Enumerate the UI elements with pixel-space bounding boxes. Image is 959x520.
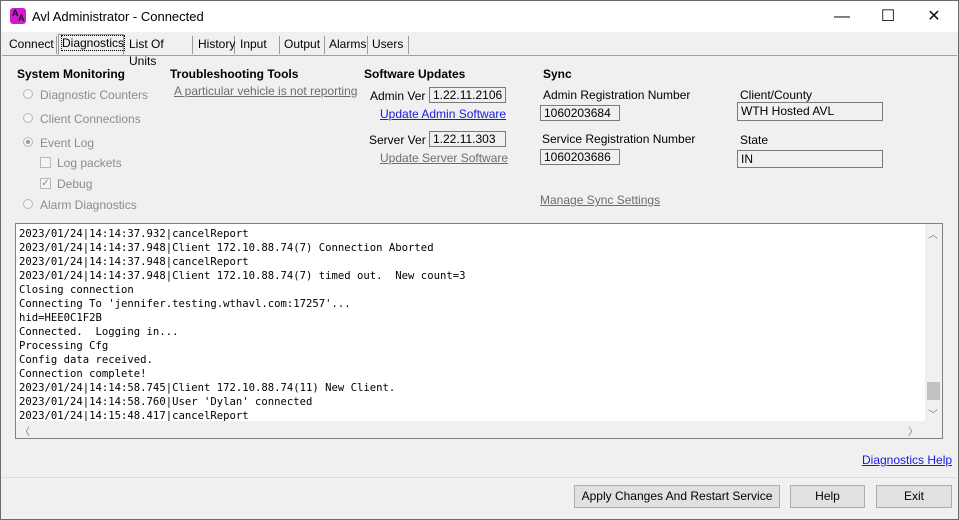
footer-divider	[2, 477, 957, 478]
system-monitoring-heading: System Monitoring	[17, 67, 126, 81]
log-packets-label: Log packets	[57, 156, 122, 170]
vehicle-not-reporting-link[interactable]: A particular vehicle is not reporting	[174, 84, 357, 98]
log-line: 2023/01/24|14:14:37.948|cancelReport	[19, 256, 249, 268]
client-county-field: WTH Hosted AVL	[737, 102, 883, 121]
admin-registration-label: Admin Registration Number	[543, 88, 691, 102]
app-icon-glyph: A	[18, 13, 25, 23]
log-line: 2023/01/24|14:14:37.948|Client 172.10.88…	[19, 242, 434, 254]
tab-list-of-units[interactable]: List Of Units	[126, 36, 193, 68]
service-registration-field: 1060203686	[540, 149, 620, 165]
tab-users[interactable]: Users	[369, 36, 409, 54]
maximize-icon[interactable]: ☐	[865, 1, 911, 32]
scroll-corner	[925, 421, 942, 438]
client-connections-label: Client Connections	[40, 112, 141, 126]
state-field: IN	[737, 150, 883, 168]
window-title: Avl Administrator - Connected	[32, 9, 204, 24]
debug-label: Debug	[57, 177, 93, 191]
tab-label: Diagnostics	[60, 35, 126, 51]
apply-restart-button[interactable]: Apply Changes And Restart Service	[574, 485, 780, 508]
tab-label: List Of Units	[129, 37, 164, 68]
log-line: 2023/01/24|14:14:58.760|User 'Dylan' con…	[19, 396, 313, 408]
log-line: Connected. Logging in...	[19, 326, 179, 338]
horizontal-scrollbar[interactable]: 〈 〉	[16, 421, 925, 438]
update-server-software-link[interactable]: Update Server Software	[380, 151, 508, 165]
sync-heading: Sync	[543, 67, 572, 81]
diagnostics-help-link[interactable]: Diagnostics Help	[862, 453, 952, 467]
help-button[interactable]: Help	[790, 485, 865, 508]
tab-input[interactable]: Input	[237, 36, 280, 54]
close-icon[interactable]: ✕	[911, 1, 957, 32]
update-admin-software-link[interactable]: Update Admin Software	[380, 107, 506, 121]
vertical-scroll-thumb[interactable]	[927, 382, 940, 400]
title-bar: A A Avl Administrator - Connected — ☐ ✕	[1, 1, 958, 32]
minimize-icon[interactable]: —	[819, 1, 865, 32]
tab-label: History	[198, 37, 236, 51]
log-line: Connecting To 'jennifer.testing.wthavl.c…	[19, 298, 351, 310]
tab-output[interactable]: Output	[281, 36, 325, 54]
scroll-left-icon[interactable]: 〈	[20, 423, 30, 438]
manage-sync-settings-link[interactable]: Manage Sync Settings	[540, 193, 660, 207]
tab-strip: Connect Diagnostics List Of Units Histor…	[2, 33, 957, 68]
tab-diagnostics[interactable]: Diagnostics	[58, 34, 126, 55]
server-ver-label: Server Ver	[369, 133, 426, 147]
client-county-label: Client/County	[740, 88, 813, 102]
scroll-up-icon[interactable]: ︿	[928, 226, 938, 241]
app-window: A A Avl Administrator - Connected — ☐ ✕ …	[0, 0, 959, 520]
log-line: hid=HEE0C1F2B	[19, 312, 102, 324]
state-label: State	[740, 133, 769, 147]
app-icon: A A	[10, 8, 26, 24]
server-ver-field: 1.22.11.303	[429, 131, 506, 147]
tab-alarms[interactable]: Alarms	[326, 36, 368, 54]
log-line: Processing Cfg	[19, 340, 109, 352]
tab-label: Alarms	[329, 37, 367, 51]
admin-ver-field: 1.22.11.2106	[429, 87, 506, 103]
tab-label: Input	[240, 37, 267, 51]
debug-checkbox[interactable]: ✓	[40, 178, 51, 189]
diagnostic-counters-label: Diagnostic Counters	[40, 88, 149, 102]
software-updates-heading: Software Updates	[364, 67, 466, 81]
alarm-diagnostics-radio[interactable]	[23, 199, 33, 209]
admin-registration-field: 1060203684	[540, 105, 620, 121]
tab-label: Connect	[9, 37, 54, 51]
log-line: Closing connection	[19, 284, 134, 296]
scroll-down-icon[interactable]: ﹀	[928, 406, 938, 421]
alarm-diagnostics-label: Alarm Diagnostics	[40, 198, 137, 212]
admin-ver-label: Admin Ver	[370, 89, 426, 103]
log-packets-checkbox[interactable]	[40, 157, 51, 168]
event-log-text: 2023/01/24|14:14:37.932|cancelReport 2023…	[19, 227, 465, 423]
scroll-right-icon[interactable]: 〉	[908, 423, 918, 438]
exit-button[interactable]: Exit	[876, 485, 952, 508]
service-registration-label: Service Registration Number	[542, 132, 696, 146]
log-line: 2023/01/24|14:14:37.948|Client 172.10.88…	[19, 270, 466, 282]
tab-history[interactable]: History	[195, 36, 235, 54]
tab-connect[interactable]: Connect	[6, 36, 57, 54]
diagnostic-counters-radio[interactable]	[23, 89, 33, 99]
log-line: 2023/01/24|14:14:37.932|cancelReport	[19, 228, 249, 240]
troubleshooting-heading: Troubleshooting Tools	[170, 67, 299, 81]
vertical-scrollbar[interactable]: ︿ ﹀	[925, 224, 942, 421]
log-line: Connection complete!	[19, 368, 147, 380]
log-line: 2023/01/24|14:14:58.745|Client 172.10.88…	[19, 382, 396, 394]
tab-label: Users	[372, 37, 404, 51]
event-log-panel[interactable]: 2023/01/24|14:14:37.932|cancelReport 2023…	[15, 223, 943, 439]
event-log-radio[interactable]	[23, 137, 33, 147]
log-line: Config data received.	[19, 354, 153, 366]
client-connections-radio[interactable]	[23, 113, 33, 123]
tab-label: Output	[284, 37, 321, 51]
event-log-label: Event Log	[40, 136, 95, 150]
